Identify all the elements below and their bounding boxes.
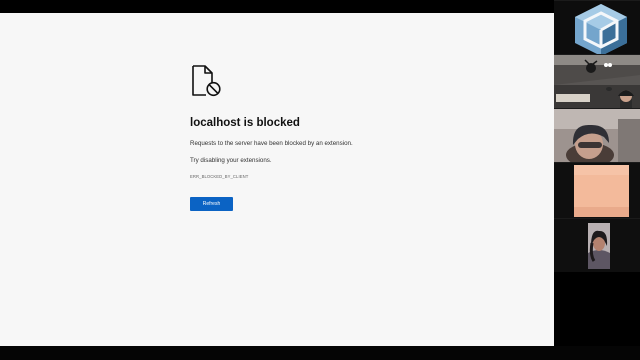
participant-tile-video[interactable]	[554, 108, 640, 162]
error-panel: localhost is blocked Requests to the ser…	[190, 64, 530, 211]
error-suggestion: Try disabling your extensions.	[190, 157, 272, 164]
browser-content-area: localhost is blocked Requests to the ser…	[0, 13, 554, 346]
participants-strip	[554, 0, 640, 272]
participant-video-image	[554, 219, 640, 272]
participant-video-image	[554, 55, 640, 108]
meeting-screen-share: localhost is blocked Requests to the ser…	[0, 0, 640, 360]
participant-tile-video[interactable]	[554, 54, 640, 108]
participant-video-image	[554, 109, 640, 162]
error-code: ERR_BLOCKED_BY_CLIENT	[190, 174, 249, 179]
bottom-bar	[0, 346, 640, 360]
refresh-button[interactable]: Refresh	[190, 197, 233, 211]
participant-tile-video[interactable]	[554, 218, 640, 272]
participant-tile-logo[interactable]	[554, 0, 640, 54]
error-message: Requests to the server have been blocked…	[190, 140, 353, 147]
cube-logo-icon	[554, 1, 640, 54]
participant-video-image	[554, 163, 640, 218]
participant-tile-video[interactable]	[554, 162, 640, 218]
error-title: localhost is blocked	[190, 117, 300, 129]
blocked-document-icon	[192, 65, 221, 97]
